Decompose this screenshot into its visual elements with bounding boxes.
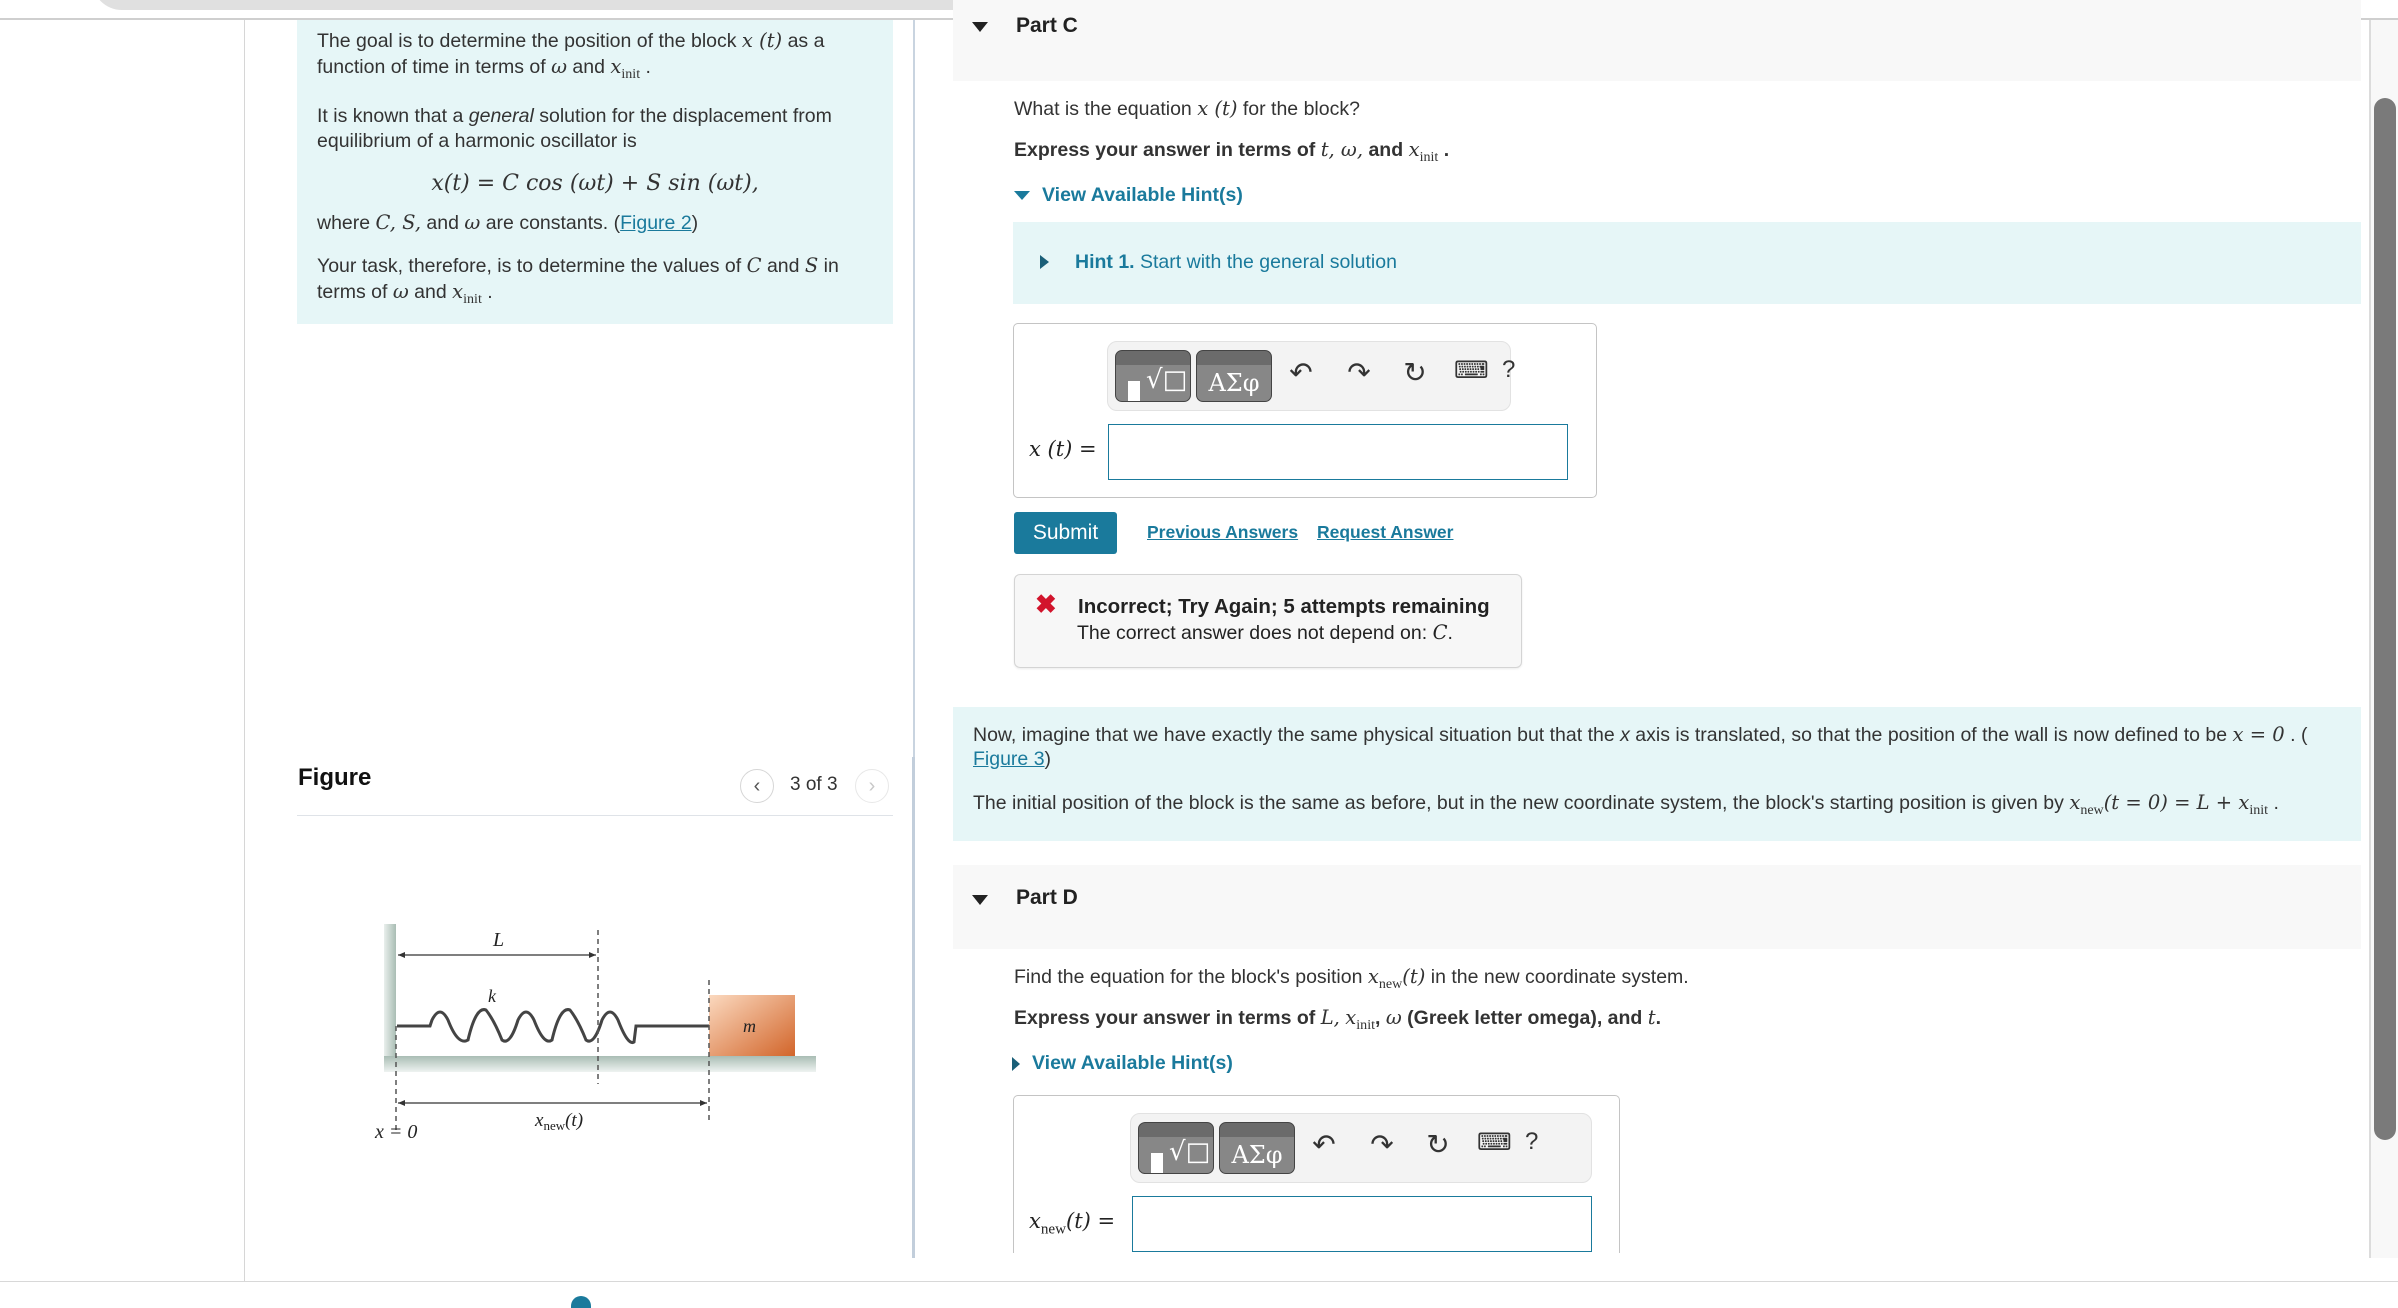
redo-icon[interactable]: ↷ [1365,1128,1399,1161]
part-d-context: Now, imagine that we have exactly the sa… [953,707,2361,841]
part-c-question: What is the equation x (t) for the block… [1014,97,1360,120]
triangle-right-icon [1012,1056,1020,1071]
templates-button[interactable]: √□ [1138,1122,1214,1174]
root-icon: √□ [1169,1137,1211,1167]
help-icon[interactable]: ? [1525,1128,1538,1156]
collapse-triangle-icon [972,895,988,905]
label-k: k [488,986,497,1006]
chevron-right-icon: › [868,774,876,797]
previous-answers-link[interactable]: Previous Answers [1147,522,1298,543]
label-m: m [743,1016,756,1036]
keyboard-icon[interactable]: ⌨ [1454,356,1489,385]
redo-icon[interactable]: ↷ [1342,356,1376,389]
part-d-header[interactable]: Part D [953,865,2361,949]
undo-icon[interactable]: ↶ [1307,1128,1341,1161]
part-c-instructions: Express your answer in terms of t, ω, an… [1014,138,1450,165]
label-x0: x = 0 [374,1121,417,1143]
collapse-triangle-icon [972,22,988,32]
feedback-text: The correct answer does not depend on: C… [1077,621,1453,644]
part-c-hints-toggle[interactable]: View Available Hint(s) [1014,184,1243,207]
general-solution-equation: x(t) = C cos (ωt) + S sin (ωt), [431,170,759,196]
label-xnew: xnew(t) [534,1110,583,1133]
feedback-title: Incorrect; Try Again; 5 attempts remaini… [1078,595,1490,618]
submit-button[interactable]: Submit [1014,512,1117,554]
request-answer-link[interactable]: Request Answer [1317,522,1453,543]
part-d-answer-box: √□ ΑΣφ ↶ ↷ ↻ ⌨ ? xnew(t) = [1013,1095,1620,1253]
figure-divider [297,815,893,816]
figure-title: Figure [298,764,372,791]
figure-next-button[interactable]: › [855,769,889,803]
triangle-right-icon [1040,255,1049,269]
figure-prev-button[interactable]: ‹ [740,769,774,803]
greek-button[interactable]: ΑΣφ [1219,1122,1295,1174]
templates-button[interactable]: √□ [1115,350,1191,402]
help-icon[interactable]: ? [1502,356,1515,384]
figure-3-link[interactable]: Figure 3 [973,748,1045,770]
figure-counter: 3 of 3 [790,774,838,795]
part-d-answer-input[interactable] [1132,1196,1592,1252]
part-d-hints-toggle[interactable]: View Available Hint(s) [1012,1052,1233,1075]
math-toolbar: √□ ΑΣφ ↶ ↷ ↻ ⌨ ? [1107,341,1515,411]
answer-label: x (t) = [1029,437,1097,461]
error-x-icon: ✖ [1035,589,1057,619]
part-d-question: Find the equation for the block's positi… [1014,965,1689,992]
scrollbar-thumb[interactable] [2374,98,2396,1140]
chevron-left-icon: ‹ [753,774,761,797]
problem-intro: The goal is to determine the position of… [297,20,893,324]
floor [384,1056,816,1072]
part-c-answer-box: √□ ΑΣφ ↶ ↷ ↻ ⌨ ? x (t) = [1013,323,1597,498]
part-d-title: Part D [1016,886,1078,909]
intro-task: Your task, therefore, is to determine th… [317,253,839,307]
part-d-instructions: Express your answer in terms of L, xinit… [1014,1006,1662,1033]
box-icon [1128,381,1140,401]
figure-2-link[interactable]: Figure 2 [620,212,692,234]
bottom-divider [0,1281,2398,1282]
intro-goal: The goal is to determine the position of… [317,29,825,82]
label-L: L [492,929,504,951]
reset-icon[interactable]: ↻ [1398,356,1432,389]
answer-label: xnew(t) = [1029,1209,1116,1238]
pane-resize-handle[interactable] [912,757,915,1258]
bottom-indicator [571,1296,591,1308]
part-c-header[interactable]: Part C [953,0,2361,81]
hint-1[interactable]: Hint 1. Start with the general solution [1013,222,2361,304]
part-c-answer-input[interactable] [1108,424,1568,480]
left-column-divider [244,20,245,1281]
undo-icon[interactable]: ↶ [1284,356,1318,389]
wall [384,924,396,1072]
keyboard-icon[interactable]: ⌨ [1477,1128,1512,1157]
intro-general-solution: It is known that a general solution for … [317,104,832,152]
math-toolbar: √□ ΑΣφ ↶ ↷ ↻ ⌨ ? [1130,1113,1592,1183]
box-icon [1151,1153,1163,1173]
part-c-title: Part C [1016,14,1078,37]
feedback-incorrect: ✖ Incorrect; Try Again; 5 attempts remai… [1014,574,1522,668]
spring-mass-figure: L k m x = 0 xnew(t) [374,924,816,1143]
root-icon: √□ [1146,365,1188,395]
reset-icon[interactable]: ↻ [1421,1128,1455,1161]
triangle-down-icon [1014,191,1030,200]
greek-button[interactable]: ΑΣφ [1196,350,1272,402]
intro-constants: where C, S, and ω are constants. (Figure… [317,210,699,234]
spring [397,1008,709,1044]
